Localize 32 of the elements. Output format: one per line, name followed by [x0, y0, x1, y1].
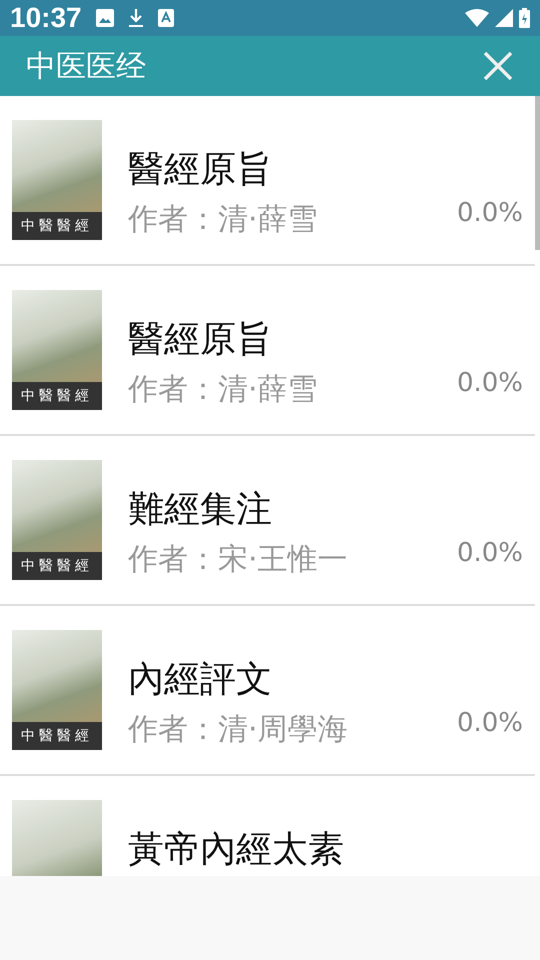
app-title: 中医医经: [26, 48, 146, 86]
book-author: 作者：宋·王惟一: [128, 541, 349, 579]
book-item[interactable]: 中醫醫經 醫經原旨 作者：清·薛雪 0.0%: [0, 96, 535, 266]
cover-label: 中醫醫經: [12, 382, 102, 410]
book-item[interactable]: 中醫醫經 難經集注 作者：宋·王惟一 0.0%: [0, 436, 535, 606]
percent-text: 0.0%: [456, 198, 523, 228]
book-author: 作者：清·薛雪: [128, 371, 319, 409]
book-author: 作者：清·薛雪: [128, 201, 319, 239]
book-title: 醫經原旨: [128, 148, 273, 192]
percent-text: 0.0%: [456, 538, 523, 568]
download-icon: [128, 8, 144, 28]
cover-label: 中醫醫經: [12, 212, 102, 240]
book-title: 醫經原旨: [128, 318, 273, 362]
close-button[interactable]: [482, 50, 514, 82]
book-item[interactable]: 中醫醫經 醫經原旨 作者：清·薛雪 0.0%: [0, 266, 535, 436]
book-item[interactable]: 黃帝內經太素: [0, 776, 535, 876]
image-icon: [96, 9, 114, 27]
clock-time: 10:37: [10, 2, 82, 34]
battery-icon: [519, 8, 530, 28]
book-author: 作者：清·周學海: [128, 711, 349, 749]
percent-text: 0.0%: [456, 708, 523, 738]
book-title: 黃帝內經太素: [128, 828, 345, 872]
percent-text: 0.0%: [456, 368, 523, 398]
book-item[interactable]: 中醫醫經 內經評文 作者：清·周學海 0.0%: [0, 606, 535, 776]
cover-label: 中醫醫經: [12, 722, 102, 750]
close-icon: [482, 50, 514, 82]
book-title: 內經評文: [128, 658, 273, 702]
signal-icon: [495, 9, 513, 27]
keyboard-a-icon: [158, 9, 174, 27]
book-title: 難經集注: [128, 488, 273, 532]
wifi-icon: [465, 9, 489, 27]
cover-label: 中醫醫經: [12, 552, 102, 580]
